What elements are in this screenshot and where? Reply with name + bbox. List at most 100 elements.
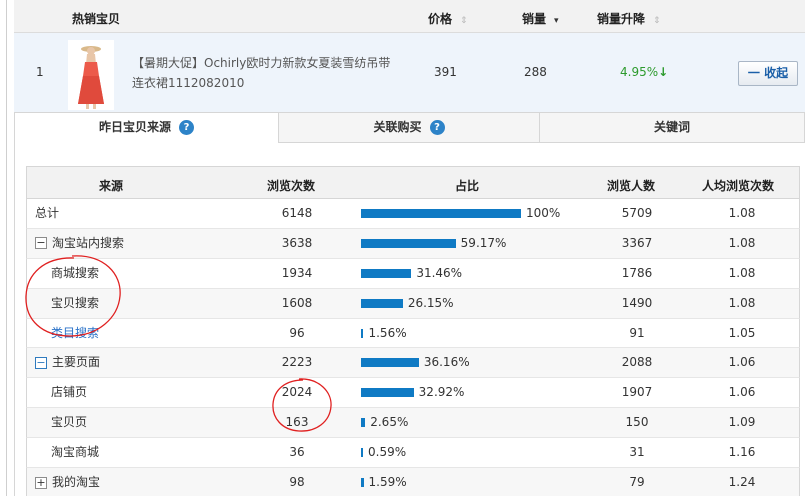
table-row[interactable]: − 淘宝站内搜索 3638 59.17% 3367 1.08	[26, 228, 800, 259]
avg-views-cell: 1.08	[728, 295, 756, 310]
col-views: 浏览次数	[267, 179, 316, 193]
col-source: 来源	[99, 179, 124, 193]
share-bar-fill	[361, 418, 366, 428]
share-bar: 36.16%	[361, 355, 581, 370]
visitors-cell: 79	[629, 475, 645, 490]
share-label: 32.92%	[418, 385, 465, 400]
collapse-icon[interactable]: −	[35, 237, 47, 250]
source-table-header: 来源 浏览次数 占比 浏览人数 人均浏览次数	[26, 166, 800, 199]
share-bar: 2.65%	[361, 415, 581, 430]
source-label: 店铺页	[51, 385, 88, 400]
source-cell: 商城搜索	[51, 259, 99, 288]
source-label: 总计	[35, 206, 60, 220]
views-cell: 1608	[281, 295, 313, 310]
source-cell: − 淘宝站内搜索	[35, 229, 124, 258]
visitors-cell: 91	[629, 325, 645, 340]
views-cell: 1934	[281, 265, 313, 280]
table-row[interactable]: − 主要页面 2223 36.16% 2088 1.06	[26, 348, 800, 379]
share-bar-fill	[361, 388, 414, 398]
avg-views-cell: 1.24	[728, 475, 756, 490]
table-row[interactable]: 宝贝页 163 2.65% 150 1.09	[26, 408, 800, 439]
share-label: 1.56%	[368, 325, 407, 340]
sales-change-header[interactable]: 销量升降 ⇕	[597, 10, 661, 27]
source-cell: 宝贝搜索	[51, 289, 99, 318]
help-icon[interactable]: ?	[429, 120, 445, 135]
down-arrow-icon: ↓	[658, 65, 669, 79]
avg-views-cell: 1.09	[728, 415, 756, 430]
product-table-header: 热销宝贝 价格 ⇕ 销量 ▾ 销量升降 ⇕	[14, 0, 805, 33]
share-label: 31.46%	[416, 265, 463, 280]
share-bar-fill	[361, 328, 364, 338]
share-label: 2.65%	[370, 415, 409, 430]
collapse-button[interactable]: 一 收起	[738, 61, 798, 86]
visitors-cell: 2088	[621, 355, 653, 370]
product-sales: 288	[524, 65, 547, 79]
source-cell: + 我的淘宝	[35, 468, 100, 496]
views-cell: 6148	[281, 206, 313, 220]
source-label: 我的淘宝	[52, 475, 101, 490]
tab-related-purchase[interactable]: 关联购买?	[278, 112, 540, 143]
share-label: 59.17%	[460, 235, 507, 250]
visitors-cell: 5709	[621, 206, 653, 220]
product-thumbnail[interactable]	[68, 40, 114, 110]
share-bar-fill	[361, 448, 363, 458]
help-icon[interactable]: ?	[179, 120, 194, 135]
collapse-icon[interactable]: −	[35, 356, 47, 369]
avg-views-cell: 1.06	[728, 385, 756, 400]
sort-arrows-icon[interactable]: ⇕	[460, 16, 468, 26]
visitors-cell: 3367	[621, 235, 653, 250]
share-bar-fill	[361, 268, 412, 278]
table-row[interactable]: 淘宝商城 36 0.59% 31 1.16	[26, 438, 800, 469]
visitors-cell: 150	[625, 415, 649, 430]
source-cell: − 主要页面	[35, 348, 100, 377]
share-label: 36.16%	[423, 355, 470, 370]
share-bar: 26.15%	[361, 296, 581, 311]
table-row[interactable]: 商城搜索 1934 31.46% 1786 1.08	[26, 258, 800, 289]
col-visitors: 浏览人数	[607, 179, 656, 193]
table-row[interactable]: 宝贝搜索 1608 26.15% 1490 1.08	[26, 288, 800, 319]
views-cell: 96	[289, 325, 305, 340]
table-row[interactable]: 类目搜索 96 1.56% 91 1.05	[26, 318, 800, 349]
share-bar: 1.56%	[361, 325, 581, 341]
product-price: 391	[434, 65, 457, 79]
share-label: 0.59%	[368, 445, 407, 460]
share-bar-fill	[361, 358, 419, 368]
share-bar: 31.46%	[361, 265, 581, 281]
views-cell: 98	[289, 475, 305, 490]
tab-keywords[interactable]: 关键词	[539, 112, 805, 143]
share-bar: 100%	[361, 206, 581, 221]
table-row[interactable]: + 我的淘宝 98 1.59% 79 1.24	[26, 468, 800, 496]
sales-header[interactable]: 销量 ▾	[522, 10, 559, 27]
source-label: 主要页面	[52, 355, 101, 370]
sort-desc-icon[interactable]: ▾	[554, 16, 559, 26]
dress-model-image	[68, 40, 114, 110]
visitors-cell: 1786	[621, 265, 653, 280]
source-table: 来源 浏览次数 占比 浏览人数 人均浏览次数 总计 6148 100% 5709 1.0…	[26, 166, 800, 496]
source-cell: 类目搜索	[51, 319, 99, 348]
price-header[interactable]: 价格 ⇕	[428, 10, 468, 27]
visitors-cell: 1907	[621, 385, 653, 400]
table-row[interactable]: 店铺页 2024 32.92% 1907 1.06	[26, 378, 800, 409]
share-bar: 32.92%	[361, 385, 581, 400]
views-cell: 2024	[281, 385, 313, 400]
table-row[interactable]: 总计 6148 100% 5709 1.08	[26, 199, 800, 229]
share-bar-fill	[361, 298, 403, 308]
source-cell: 店铺页	[51, 378, 87, 407]
source-cell: 淘宝商城	[51, 438, 99, 467]
avg-views-cell: 1.08	[728, 235, 756, 250]
views-cell: 163	[285, 415, 309, 430]
visitors-cell: 31	[629, 445, 645, 460]
source-label: 宝贝页	[51, 415, 88, 430]
tab-yesterday-source[interactable]: 昨日宝贝来源?	[14, 112, 279, 143]
product-title[interactable]: 【暑期大促】Ochirly欧时力新款女夏装雪纺吊带 连衣裙1112082010	[132, 53, 402, 93]
expand-icon[interactable]: +	[35, 476, 47, 489]
avg-views-cell: 1.06	[728, 355, 756, 370]
sort-arrows-icon[interactable]: ⇕	[653, 16, 661, 26]
col-share: 占比	[455, 179, 480, 193]
product-row: 1 【暑期大促】Ochirly欧时力新款女夏装雪纺吊带 连衣裙111208201…	[14, 33, 805, 115]
source-label[interactable]: 类目搜索	[51, 326, 99, 340]
detail-tabs: 昨日宝贝来源? 关联购买? 关键词	[14, 112, 805, 143]
source-label: 淘宝商城	[51, 445, 100, 460]
share-bar: 0.59%	[361, 445, 581, 460]
source-label: 宝贝搜索	[51, 295, 100, 310]
